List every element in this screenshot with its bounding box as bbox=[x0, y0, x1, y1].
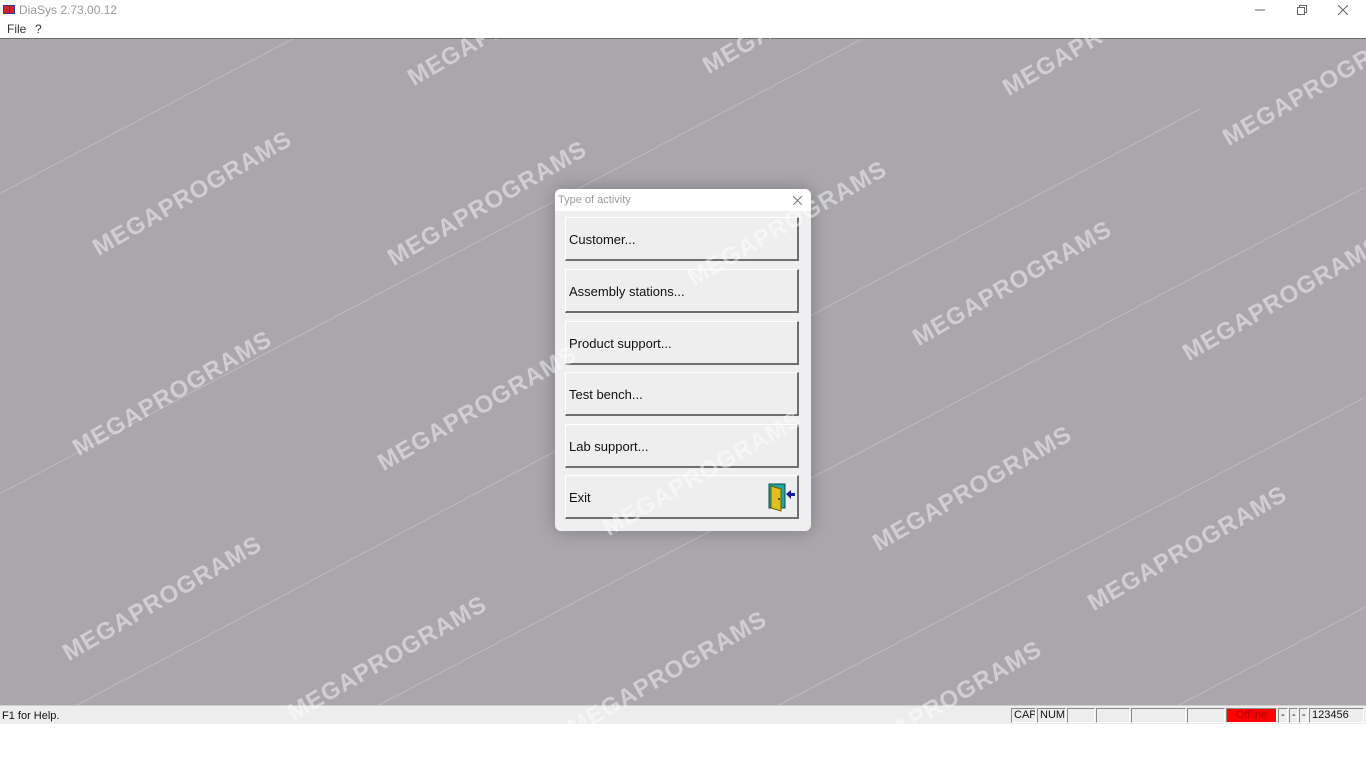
status-pane-empty bbox=[1187, 708, 1225, 723]
minimize-button[interactable] bbox=[1239, 0, 1281, 20]
menu-bar: File ? bbox=[0, 20, 1366, 39]
product-support-button[interactable]: Product support... bbox=[565, 321, 799, 365]
lab-support-button[interactable]: Lab support... bbox=[565, 424, 799, 468]
button-label: Lab support... bbox=[569, 439, 649, 454]
status-pane-empty bbox=[1131, 708, 1186, 723]
button-label: Product support... bbox=[569, 336, 672, 351]
button-label: Assembly stations... bbox=[569, 284, 685, 299]
dialog-title-bar: Type of activity bbox=[555, 189, 811, 211]
status-pane-cap: CAP bbox=[1011, 708, 1036, 723]
exit-door-icon bbox=[768, 483, 795, 512]
dialog-close-button[interactable] bbox=[789, 192, 805, 208]
window-title: DiaSys 2.73.00.12 bbox=[19, 3, 118, 17]
status-pane-dash: - bbox=[1278, 708, 1288, 723]
title-bar: DiaSys 2.73.00.12 bbox=[0, 0, 1366, 20]
menu-file[interactable]: File bbox=[7, 22, 26, 36]
restore-icon bbox=[1297, 5, 1307, 15]
app-icon bbox=[3, 5, 15, 14]
close-button[interactable] bbox=[1322, 0, 1364, 20]
activity-dialog: Type of activity Customer... Assembly st… bbox=[555, 189, 811, 531]
status-pane-dash: - bbox=[1289, 708, 1298, 723]
exit-button[interactable]: Exit bbox=[565, 475, 799, 519]
dialog-title: Type of activity bbox=[558, 194, 631, 206]
close-icon bbox=[792, 195, 802, 205]
status-bar: F1 for Help. CAP NUM Offline - - - 12345… bbox=[0, 705, 1366, 724]
status-pane-dash: - bbox=[1299, 708, 1308, 723]
status-pane-id: 123456 bbox=[1309, 708, 1364, 723]
customer-button[interactable]: Customer... bbox=[565, 217, 799, 261]
status-pane-num: NUM bbox=[1037, 708, 1066, 723]
status-help-text: F1 for Help. bbox=[2, 710, 60, 722]
test-bench-button[interactable]: Test bench... bbox=[565, 372, 799, 416]
menu-help[interactable]: ? bbox=[35, 22, 42, 36]
close-icon bbox=[1338, 5, 1348, 15]
status-pane-empty bbox=[1096, 708, 1130, 723]
button-label: Test bench... bbox=[569, 387, 643, 402]
button-label: Exit bbox=[569, 490, 591, 505]
restore-button[interactable] bbox=[1281, 0, 1323, 20]
assembly-stations-button[interactable]: Assembly stations... bbox=[565, 269, 799, 313]
minimize-icon bbox=[1255, 9, 1265, 11]
status-pane-empty bbox=[1067, 708, 1095, 723]
status-offline: Offline bbox=[1226, 708, 1277, 723]
button-label: Customer... bbox=[569, 232, 636, 247]
